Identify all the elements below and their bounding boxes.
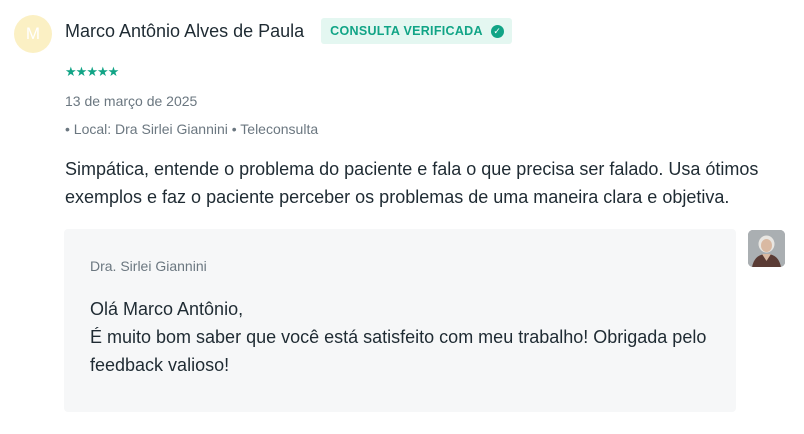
star-icon: ★ bbox=[96, 64, 109, 79]
star-icon: ★ bbox=[107, 64, 120, 79]
doctor-reply: Dra. Sirlei Giannini Olá Marco Antônio, … bbox=[64, 229, 736, 412]
star-icon: ★ bbox=[75, 64, 88, 79]
doctor-photo-icon bbox=[748, 230, 785, 267]
doctor-avatar bbox=[748, 230, 785, 267]
reply-greeting: Olá Marco Antônio, bbox=[90, 299, 244, 319]
reviewer-avatar: M bbox=[14, 15, 52, 53]
review-location: • Local: Dra Sirlei Giannini • Teleconsu… bbox=[65, 121, 319, 137]
reply-author: Dra. Sirlei Giannini bbox=[90, 258, 207, 274]
star-icon: ★ bbox=[86, 64, 98, 79]
check-circle-icon: ✓ bbox=[490, 24, 504, 38]
reply-body: É muito bom saber que você está satisfei… bbox=[90, 327, 707, 375]
reply-text: Olá Marco Antônio, É muito bom saber que… bbox=[90, 295, 710, 379]
review-header: Marco Antônio Alves de Paula CONSULTA VE… bbox=[65, 18, 512, 44]
review-date: 13 de março de 2025 bbox=[65, 93, 198, 109]
avatar-initial: M bbox=[25, 24, 41, 43]
review-text: Simpática, entende o problema do pacient… bbox=[65, 159, 759, 207]
star-rating: ★ ★ ★ ★ ★ bbox=[65, 64, 120, 80]
reviewer-name: Marco Antônio Alves de Paula bbox=[65, 20, 305, 41]
verified-badge: CONSULTA VERIFICADA ✓ bbox=[321, 18, 512, 44]
verified-badge-label: CONSULTA VERIFICADA bbox=[330, 24, 483, 38]
star-icon: ★ bbox=[65, 64, 77, 79]
